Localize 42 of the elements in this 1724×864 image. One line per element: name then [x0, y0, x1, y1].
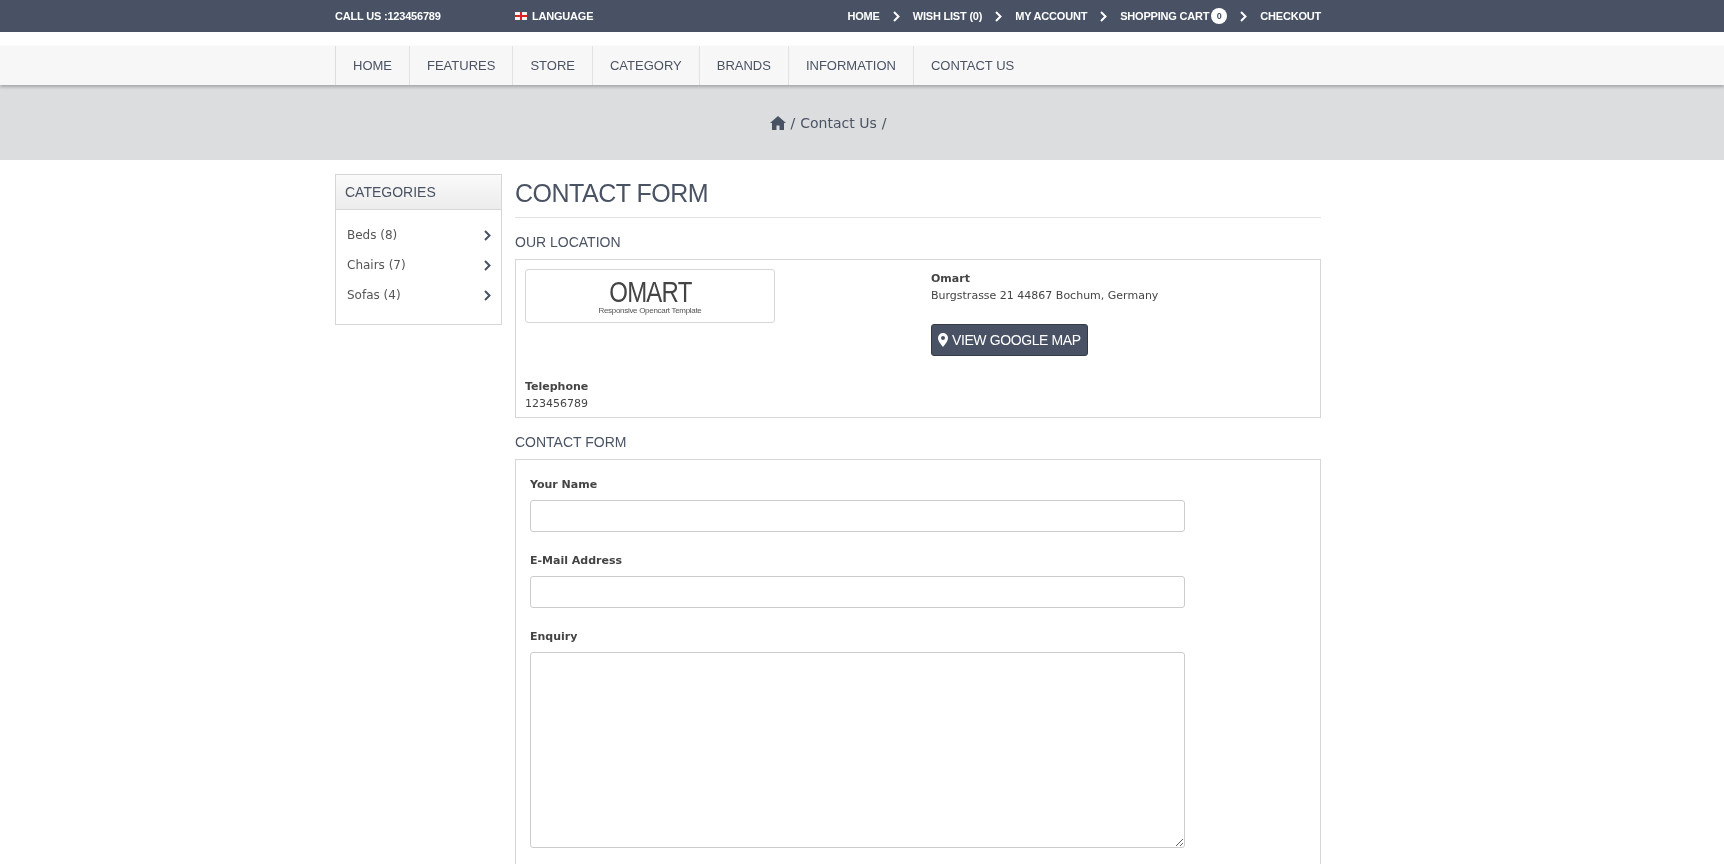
- top-link[interactable]: WISH LIST (0): [912, 10, 983, 22]
- chevron-right-icon: [1240, 10, 1248, 22]
- section-heading: OUR LOCATION: [515, 234, 622, 250]
- sidebar-title: CATEGORIES: [336, 175, 501, 210]
- chevron-right-icon: [484, 229, 491, 241]
- logo-text: OMART: [608, 277, 692, 306]
- category-item[interactable]: Chairs (7): [347, 250, 491, 280]
- chevron-right-icon: [892, 10, 900, 22]
- breadcrumb-separator: /: [881, 114, 887, 131]
- top-link[interactable]: SHOPPING CART: [1120, 10, 1210, 22]
- chevron-right-icon: [484, 289, 491, 301]
- breadcrumb-link[interactable]: Contact Us: [800, 114, 877, 131]
- top-link[interactable]: CHECKOUT: [1260, 10, 1321, 22]
- enquiry-field[interactable]: [530, 652, 1185, 848]
- top-link[interactable]: HOME: [847, 10, 880, 22]
- top-link[interactable]: MY ACCOUNT: [1015, 10, 1088, 22]
- phone-text: CALL US :123456789: [335, 10, 442, 22]
- view-map-button[interactable]: VIEW GOOGLE MAP: [931, 324, 1088, 356]
- field-label: Your Name: [530, 478, 599, 491]
- map-pin-icon: [938, 333, 948, 347]
- page-title: CONTACT FORM: [515, 174, 1321, 218]
- language-link[interactable]: LANGUAGE: [532, 10, 594, 22]
- section-heading: CONTACT FORM: [515, 434, 628, 450]
- store-address: Burgstrasse 21 44867 Bochum, Germany: [931, 289, 1160, 302]
- logo-tagline: Responsive Opencart Template: [598, 305, 702, 315]
- cart-count-badge: 0: [1211, 8, 1228, 24]
- breadcrumb-separator: /: [790, 114, 796, 131]
- chevron-right-icon: [995, 10, 1003, 22]
- field-label: Enquiry: [530, 630, 579, 643]
- store-name: Omart: [931, 272, 971, 285]
- flag-icon: [515, 12, 527, 20]
- input-field[interactable]: [530, 576, 1185, 608]
- nav-link[interactable]: CONTACT US: [913, 46, 1032, 85]
- telephone-label: Telephone: [525, 379, 590, 393]
- input-field[interactable]: [530, 500, 1185, 532]
- category-item[interactable]: Sofas (4): [347, 280, 491, 310]
- telephone-number: 123456789: [525, 396, 589, 410]
- chevron-right-icon: [484, 259, 491, 271]
- field-label: E-Mail Address: [530, 554, 624, 567]
- chevron-right-icon: [1100, 10, 1108, 22]
- home-icon[interactable]: [769, 115, 786, 130]
- category-item[interactable]: Beds (8): [347, 220, 491, 250]
